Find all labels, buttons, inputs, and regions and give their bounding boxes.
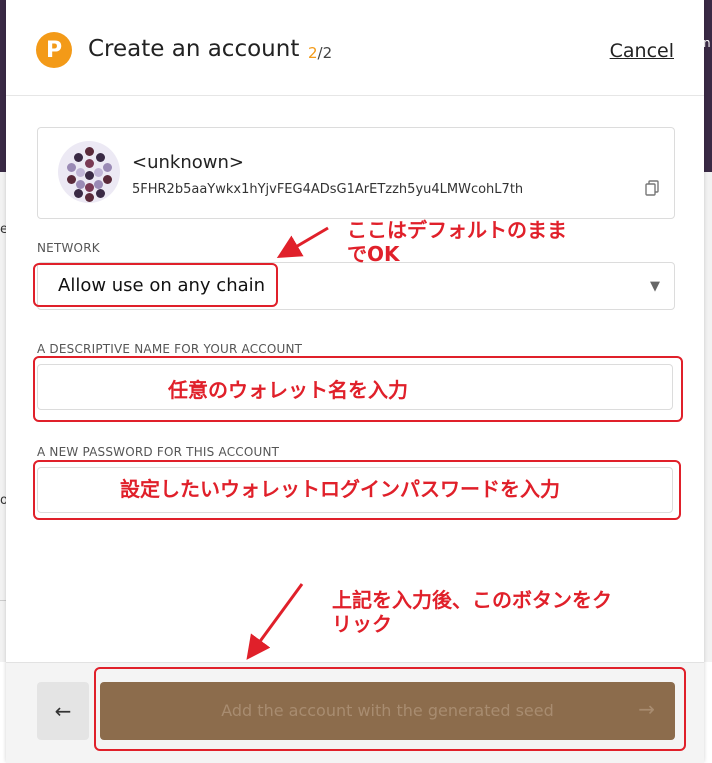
network-label: NETWORK xyxy=(37,241,100,255)
step-total: /2 xyxy=(317,44,333,62)
account-address: 5FHR2b5aaYwkx1hYjvFEG4ADsG1ArETzzh5yu4LM… xyxy=(132,182,524,197)
dropdown-arrow-icon: ▼ xyxy=(650,279,660,294)
background-page-dark-right xyxy=(704,0,712,172)
polkadot-logo-icon: P xyxy=(36,32,72,68)
page-title: Create an account xyxy=(88,36,300,62)
cancel-link[interactable]: Cancel xyxy=(610,40,674,62)
step-current: 2 xyxy=(308,44,318,62)
background-text-fragment: n xyxy=(703,36,711,50)
annotation-note-password: 設定したいウォレットログインパスワードを入力 xyxy=(120,477,560,501)
annotation-highlight-button xyxy=(94,667,686,751)
back-button[interactable]: ← xyxy=(37,682,89,740)
account-name: <unknown> xyxy=(132,152,244,173)
annotation-note-name: 任意のウォレット名を入力 xyxy=(168,378,408,402)
annotation-highlight-network xyxy=(33,263,278,307)
annotation-note-network: ここはデフォルトのまま でOK xyxy=(347,218,567,266)
background-page-light-right xyxy=(704,172,712,662)
step-indicator: 2/2 xyxy=(308,44,332,62)
annotation-note-button: 上記を入力後、このボタンをク リック xyxy=(332,588,612,636)
identicon-avatar-icon xyxy=(58,141,120,203)
popup-header: P Create an account 2/2 Cancel xyxy=(6,0,704,96)
account-card: <unknown> 5FHR2b5aaYwkx1hYjvFEG4ADsG1ArE… xyxy=(37,127,675,219)
password-label: A NEW PASSWORD FOR THIS ACCOUNT xyxy=(37,445,280,459)
copy-icon[interactable] xyxy=(644,180,660,196)
account-name-label: A DESCRIPTIVE NAME FOR YOUR ACCOUNT xyxy=(37,342,303,356)
